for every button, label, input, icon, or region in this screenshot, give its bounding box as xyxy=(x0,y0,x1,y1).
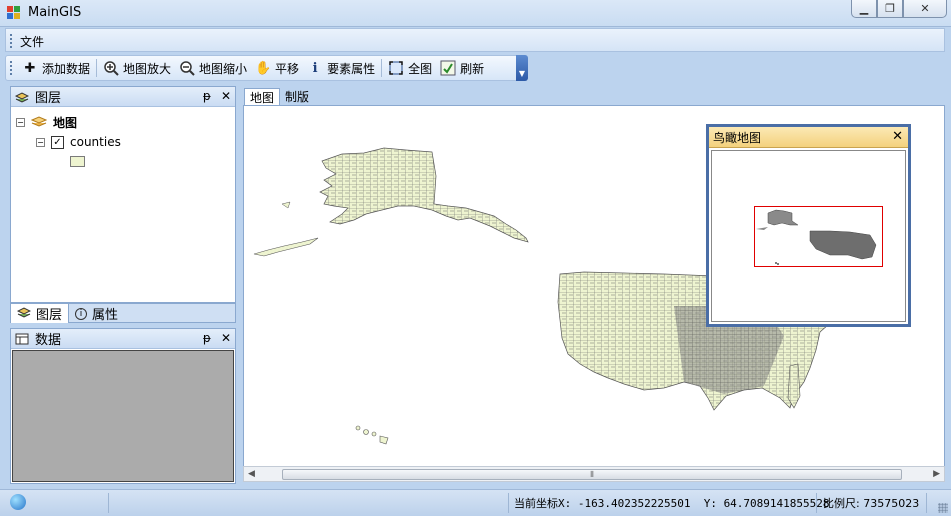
layers-panel: 图层 ᵽ ✕ − 地图 − ✓ counties xyxy=(10,86,236,303)
tree-root-label: 地图 xyxy=(53,116,78,130)
scale-readout: 比例尺: 73575023 xyxy=(823,497,920,510)
toolbar-overflow-button[interactable]: ▼ xyxy=(516,55,528,81)
map-stack-icon xyxy=(30,114,48,131)
table-icon xyxy=(15,332,29,346)
layers-panel-header: 图层 ᵽ ✕ xyxy=(11,87,235,107)
restore-icon: ❐ xyxy=(885,2,895,15)
pan-button[interactable]: ✋ 平移 xyxy=(251,57,303,79)
status-bar: 当前坐标X: -163.402352225501 Y: 64.708914185… xyxy=(0,489,951,516)
minimize-button[interactable]: ▁ xyxy=(851,0,877,18)
hawaii-shape xyxy=(355,425,389,445)
scroll-left-icon[interactable]: ◀ xyxy=(248,469,255,479)
layer-visibility-checkbox[interactable]: ✓ xyxy=(51,135,64,149)
scrollbar-thumb[interactable]: ⦀ xyxy=(282,469,902,480)
tab-properties-label: 属性 xyxy=(92,308,119,323)
zoom-in-label: 地图放大 xyxy=(123,61,172,76)
data-panel-title: 数据 xyxy=(35,333,62,348)
collapse-icon[interactable]: − xyxy=(16,118,25,127)
info-circle-icon: i xyxy=(75,307,88,320)
tab-properties[interactable]: i 属性 xyxy=(69,304,124,323)
app-icon xyxy=(7,6,21,20)
close-icon[interactable]: ✕ xyxy=(892,129,903,144)
left-panel-tabs: 图层 i 属性 xyxy=(10,303,236,323)
menu-bar: 文件 xyxy=(5,28,945,52)
menu-grip[interactable] xyxy=(10,34,12,48)
tab-layers[interactable]: 图层 xyxy=(11,304,70,323)
close-icon: ✕ xyxy=(920,2,930,15)
pin-icon[interactable]: ᵽ xyxy=(203,331,211,345)
tab-layers-label: 图层 xyxy=(36,308,63,323)
refresh-icon xyxy=(440,60,456,76)
full-extent-button[interactable]: 全图 xyxy=(384,57,436,79)
overview-header[interactable]: 鸟瞰地图 ✕ xyxy=(709,127,908,148)
tree-layer-counties[interactable]: − ✓ counties xyxy=(36,135,121,149)
full-extent-icon xyxy=(388,60,404,76)
globe-icon xyxy=(10,494,26,510)
map-horizontal-scrollbar[interactable]: ◀ ⦀ ▶ xyxy=(243,466,945,482)
plus-icon: ✚ xyxy=(24,60,36,76)
toolbar-grip[interactable] xyxy=(10,61,12,75)
data-panel: 数据 ᵽ ✕ xyxy=(10,328,236,484)
window-title: MainGIS xyxy=(28,5,82,20)
feature-attributes-label: 要素属性 xyxy=(327,61,376,76)
menu-file[interactable]: 文件 xyxy=(20,33,44,50)
pan-label: 平移 xyxy=(275,61,300,76)
full-extent-label: 全图 xyxy=(408,61,433,76)
info-icon: i xyxy=(312,60,318,76)
alaska-shape xyxy=(253,147,529,257)
scroll-right-icon[interactable]: ▶ xyxy=(933,469,940,479)
toolbar: ✚ 添加数据 地图放大 地图缩小 ✋ 平移 i 要素属性 全图 刷新 ▼ xyxy=(5,55,528,81)
zoom-out-button[interactable]: 地图缩小 xyxy=(175,57,251,79)
collapse-icon[interactable]: − xyxy=(36,137,45,147)
map-tabs: 地图 制版 xyxy=(244,88,944,106)
zoom-in-button[interactable]: 地图放大 xyxy=(99,57,175,79)
tab-map[interactable]: 地图 xyxy=(244,88,281,105)
data-panel-header: 数据 ᵽ ✕ xyxy=(11,329,235,349)
refresh-button[interactable]: 刷新 xyxy=(436,57,488,79)
tree-root[interactable]: − 地图 xyxy=(16,114,77,131)
zoom-in-icon xyxy=(103,60,119,76)
feature-attributes-button[interactable]: i 要素属性 xyxy=(303,57,379,79)
layers-panel-title: 图层 xyxy=(35,91,62,106)
coordinates-readout: 当前坐标X: -163.402352225501 Y: 64.708914185… xyxy=(514,497,830,510)
pin-icon[interactable]: ᵽ xyxy=(203,89,211,103)
close-button[interactable]: ✕ xyxy=(903,0,947,18)
overview-extent-rectangle[interactable] xyxy=(754,206,883,267)
pan-hand-icon: ✋ xyxy=(254,60,272,76)
title-bar: MainGIS ▁ ❐ ✕ xyxy=(0,0,951,27)
resize-grip[interactable] xyxy=(938,503,948,513)
overview-window: 鸟瞰地图 ✕ xyxy=(706,124,911,327)
add-data-button[interactable]: ✚ 添加数据 xyxy=(18,57,94,79)
layers-icon xyxy=(14,90,30,104)
layer-legend-swatch xyxy=(70,156,85,167)
chevron-down-icon: ▼ xyxy=(518,69,526,78)
minimize-icon: ▁ xyxy=(859,2,869,15)
zoom-out-icon xyxy=(179,60,195,76)
zoom-out-label: 地图缩小 xyxy=(199,61,248,76)
refresh-label: 刷新 xyxy=(460,61,485,76)
layer-label: counties xyxy=(70,135,121,149)
add-data-label: 添加数据 xyxy=(42,61,91,76)
layers-icon xyxy=(16,305,32,323)
data-grid-area[interactable] xyxy=(12,350,234,482)
layer-tree: − 地图 − ✓ counties xyxy=(11,108,235,302)
overview-map[interactable] xyxy=(711,150,906,322)
tab-layout[interactable]: 制版 xyxy=(280,88,314,105)
panel-close-icon[interactable]: ✕ xyxy=(221,331,231,345)
maximize-button[interactable]: ❐ xyxy=(877,0,903,18)
panel-close-icon[interactable]: ✕ xyxy=(221,89,231,103)
overview-title: 鸟瞰地图 xyxy=(713,130,762,145)
